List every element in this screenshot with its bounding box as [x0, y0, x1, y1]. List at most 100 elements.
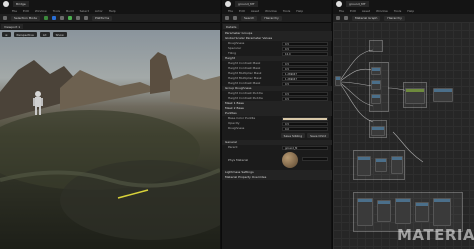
material-node[interactable]: [371, 94, 381, 104]
material-thumbnail[interactable]: [282, 152, 298, 168]
menu-tools[interactable]: Tools: [283, 9, 290, 13]
graph-title: Material Graph: [352, 15, 381, 21]
lit-label: Lit: [42, 32, 47, 37]
save-sibling-label: Save Sibling: [283, 133, 303, 138]
selection-mode-label: Selection Mode: [14, 16, 37, 20]
texcoord-node[interactable]: [335, 76, 341, 86]
add-actor-icon[interactable]: [43, 16, 48, 20]
section-header-label: Puddles: [225, 111, 237, 115]
unreal-logo-icon: [336, 1, 342, 7]
menu-tools[interactable]: Tools: [394, 9, 401, 13]
material-node[interactable]: [395, 198, 411, 224]
menu-help[interactable]: Help: [407, 9, 414, 13]
param-row: Height Contrast Mask 0.5: [222, 81, 332, 86]
param-value-field[interactable]: 0.5: [282, 61, 328, 66]
menu-edit[interactable]: Edit: [23, 9, 29, 13]
platforms-label: Platforms: [94, 16, 110, 20]
menu-window[interactable]: Window: [376, 9, 388, 13]
section-material-property-overrides[interactable]: Material Property Overrides: [222, 175, 332, 180]
material-node[interactable]: [405, 88, 425, 104]
hierarchy-button[interactable]: Hierarchy: [384, 15, 405, 21]
save-icon[interactable]: [225, 16, 229, 20]
platforms-button[interactable]: Platforms: [91, 15, 113, 21]
selection-mode-dropdown[interactable]: Selection Mode: [11, 15, 40, 21]
material-node[interactable]: [433, 88, 453, 102]
browse-icon[interactable]: [344, 16, 348, 20]
save-icon[interactable]: [3, 16, 7, 20]
material-tab[interactable]: ground_MT: [235, 1, 258, 7]
material-graph-window: ground_MT File Edit Asset Window Tools H…: [332, 0, 474, 249]
section-header-label: Mask 2 Base: [225, 106, 244, 110]
perspective-button[interactable]: Perspective: [13, 32, 37, 37]
level-viewport[interactable]: ≡ Perspective Lit Show: [0, 30, 220, 249]
menu-window[interactable]: Window: [265, 9, 277, 13]
browse-icon[interactable]: [233, 16, 237, 20]
hierarchy-button[interactable]: Hierarchy: [261, 15, 282, 21]
param-value-field[interactable]: 10.0: [282, 51, 328, 56]
play-icon[interactable]: [67, 16, 72, 20]
material-node[interactable]: [371, 126, 385, 136]
param-value-field[interactable]: 1.269047: [282, 71, 328, 76]
save-child-button[interactable]: Save Child: [307, 133, 329, 138]
material-node[interactable]: [371, 67, 381, 75]
viewport-tab-label: Viewport 1: [4, 24, 21, 29]
material-graph-canvas[interactable]: MATERIAL: [333, 22, 474, 249]
param-value-field[interactable]: 0.0: [282, 126, 328, 131]
menu-file[interactable]: File: [228, 9, 233, 13]
material-node[interactable]: [357, 198, 373, 226]
material-node[interactable]: [375, 158, 387, 172]
menu-file[interactable]: File: [339, 9, 344, 13]
material-node[interactable]: [377, 200, 391, 222]
save-icon[interactable]: [336, 16, 340, 20]
menu-help[interactable]: Help: [109, 9, 116, 13]
menu-help[interactable]: Help: [296, 9, 303, 13]
viewport-menu-button[interactable]: ≡: [2, 32, 11, 37]
param-value-field[interactable]: 0.5: [282, 121, 328, 126]
param-value-field[interactable]: 0.5: [282, 41, 328, 46]
comment-box[interactable]: [369, 40, 383, 52]
material-node[interactable]: [357, 156, 371, 176]
material-node[interactable]: [433, 198, 451, 226]
menu-build[interactable]: Build: [66, 9, 74, 13]
param-value-field[interactable]: 0.5: [282, 91, 328, 96]
material-graph-tab[interactable]: ground_MT: [346, 1, 369, 7]
param-value-field[interactable]: 0.5: [282, 96, 328, 101]
cinematics-icon[interactable]: [59, 16, 64, 20]
menu-tools[interactable]: Tools: [53, 9, 60, 13]
level-tab[interactable]: Bridge: [13, 1, 29, 7]
material-toolbar: Search Hierarchy: [222, 14, 331, 23]
material-node[interactable]: [415, 202, 429, 222]
param-value-field[interactable]: 1.269047: [282, 76, 328, 81]
material-watermark: MATERIAL: [397, 226, 474, 244]
stop-icon[interactable]: [83, 16, 88, 20]
param-label: Base Color Puddle: [228, 116, 256, 120]
details-tab[interactable]: Details: [223, 24, 240, 29]
base-color-swatch[interactable]: [282, 116, 328, 121]
menu-edit[interactable]: Edit: [350, 9, 356, 13]
graph-title-label: Material Graph: [355, 16, 378, 20]
param-label: Height Multiplier Mask: [228, 71, 262, 75]
save-buttons-row: Save Sibling Save Child: [222, 131, 332, 140]
material-node[interactable]: [371, 80, 381, 90]
rock-formation-mid: [60, 70, 160, 110]
pause-icon[interactable]: [75, 16, 80, 20]
menu-select[interactable]: Select: [80, 9, 89, 13]
menu-window[interactable]: Window: [35, 9, 47, 13]
save-sibling-button[interactable]: Save Sibling: [280, 133, 306, 138]
blueprint-icon[interactable]: [51, 16, 56, 20]
menu-asset[interactable]: Asset: [362, 9, 370, 13]
menu-asset[interactable]: Asset: [251, 9, 259, 13]
lit-button[interactable]: Lit: [39, 32, 50, 37]
param-value-field[interactable]: 0.5: [282, 46, 328, 51]
show-button[interactable]: Show: [52, 32, 67, 37]
viewport-tab[interactable]: Viewport 1: [1, 24, 24, 29]
parent-value-field[interactable]: ground_M: [282, 145, 328, 150]
apply-button[interactable]: Search: [241, 15, 258, 21]
material-node[interactable]: [391, 156, 403, 174]
param-value-field[interactable]: 0.5: [282, 81, 328, 86]
param-value-field[interactable]: 0.5: [282, 66, 328, 71]
menu-actor[interactable]: Actor: [95, 9, 103, 13]
menu-file[interactable]: File: [12, 9, 17, 13]
phys-material-dropdown[interactable]: [302, 157, 328, 161]
menu-edit[interactable]: Edit: [239, 9, 245, 13]
